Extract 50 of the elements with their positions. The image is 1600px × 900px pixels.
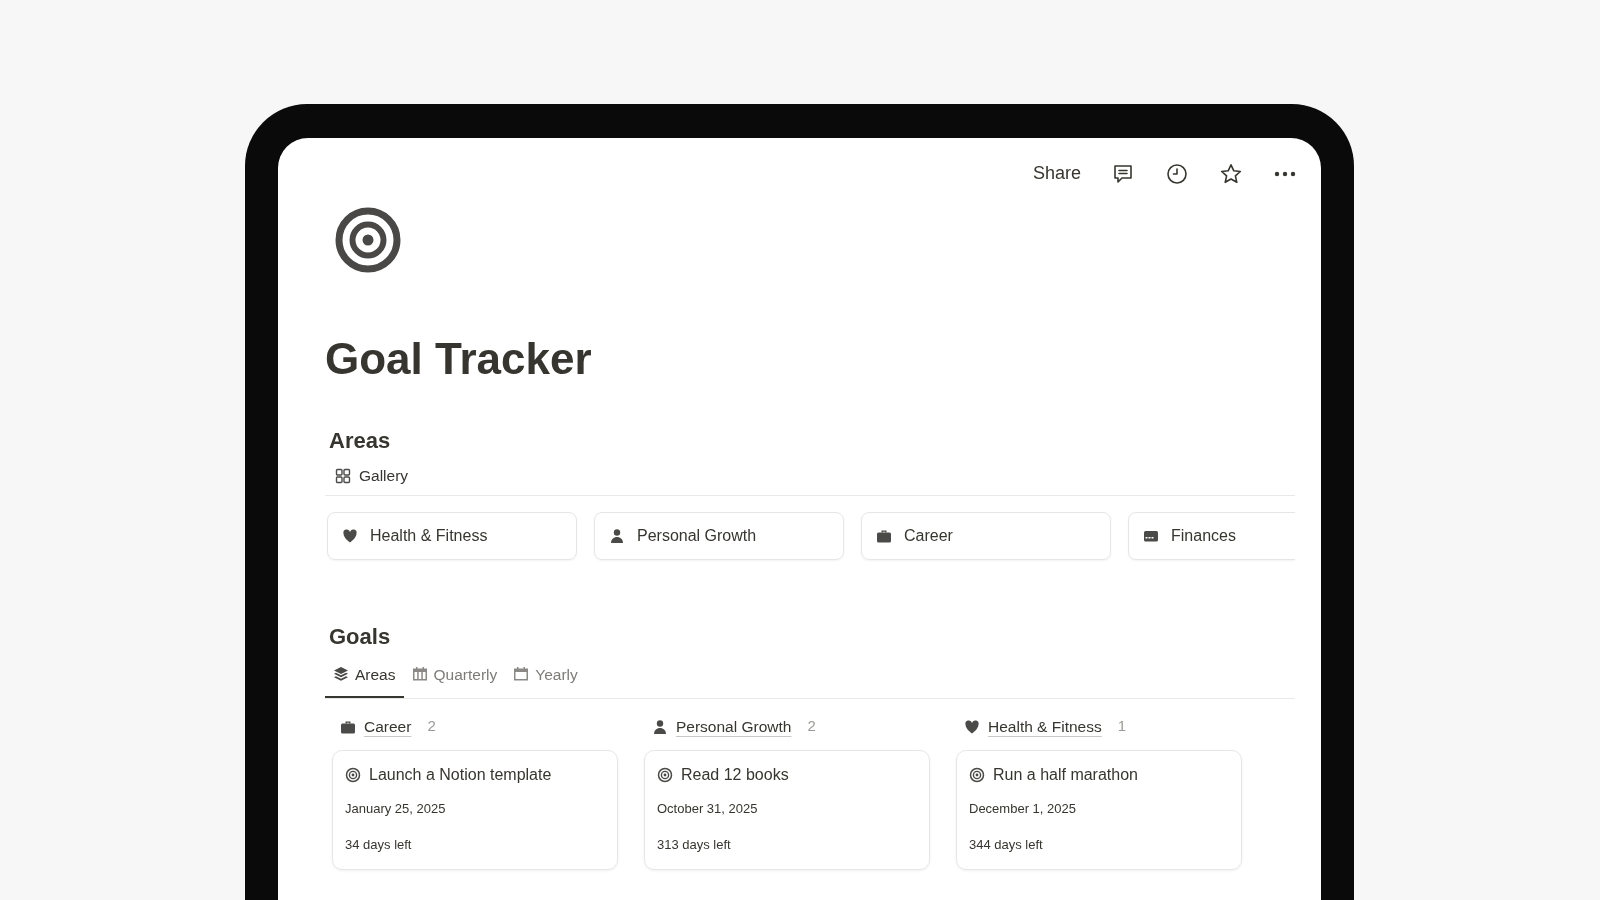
goal-card[interactable]: Read 12 books October 31, 2025 313 days left — [644, 750, 930, 871]
group-count: 1 — [1117, 716, 1127, 737]
target-icon — [345, 767, 361, 784]
person-icon — [652, 718, 668, 735]
goal-title: Read 12 books — [681, 765, 789, 786]
section-heading: Areas — [329, 427, 392, 455]
page-title: Goal Tracker — [325, 333, 593, 385]
goal-date: January 25, 2025 — [345, 800, 447, 819]
star-icon[interactable] — [1219, 161, 1243, 186]
heart-icon — [964, 718, 980, 735]
view-tab[interactable]: Quarterly — [403, 656, 506, 699]
heart-icon — [342, 528, 358, 545]
share-button[interactable]: Share — [1032, 160, 1081, 187]
layers-icon — [333, 666, 349, 683]
view-tab[interactable]: Areas — [325, 656, 404, 699]
goal-card[interactable]: Run a half marathon December 1, 2025 344 days left — [956, 750, 1242, 871]
goal-title: Run a half marathon — [993, 765, 1138, 786]
area-card[interactable]: Personal Growth — [594, 512, 844, 561]
area-name: Career — [904, 526, 953, 547]
area-name: Personal Growth — [637, 526, 757, 547]
person-icon — [609, 528, 625, 545]
calendar-grid-icon — [411, 666, 428, 683]
area-name: Finances — [1171, 526, 1236, 547]
goal-card[interactable]: Launch a Notion template January 25, 2025 34 days left — [332, 750, 618, 871]
goal-date: December 1, 2025 — [969, 800, 1077, 819]
group-count: 2 — [427, 716, 436, 737]
clock-icon[interactable] — [1165, 161, 1189, 186]
area-card[interactable]: Health & Fitness — [327, 512, 577, 561]
target-icon — [335, 207, 401, 273]
group-count: 2 — [807, 716, 816, 737]
days-left: 34 days left — [345, 835, 413, 854]
group-name[interactable]: Career — [364, 715, 412, 739]
view-tab[interactable]: Gallery — [325, 454, 417, 496]
area-name: Health & Fitness — [370, 526, 488, 547]
target-icon — [969, 767, 985, 784]
goal-date: October 31, 2025 — [657, 800, 759, 819]
area-card[interactable]: Career — [861, 512, 1111, 561]
calendar-icon — [513, 666, 530, 683]
target-icon — [657, 767, 673, 784]
goal-title: Launch a Notion template — [369, 765, 552, 786]
view-tab[interactable]: Yearly — [505, 656, 586, 699]
gallery-icon — [335, 467, 351, 484]
card-icon — [1143, 528, 1159, 545]
group-name[interactable]: Health & Fitness — [988, 715, 1102, 739]
days-left: 313 days left — [657, 835, 732, 854]
group-name[interactable]: Personal Growth — [676, 715, 792, 739]
section-heading: Goals — [329, 624, 392, 651]
briefcase-icon — [876, 528, 892, 545]
area-card[interactable]: Finances — [1128, 512, 1295, 561]
days-left: 344 days left — [969, 835, 1044, 854]
